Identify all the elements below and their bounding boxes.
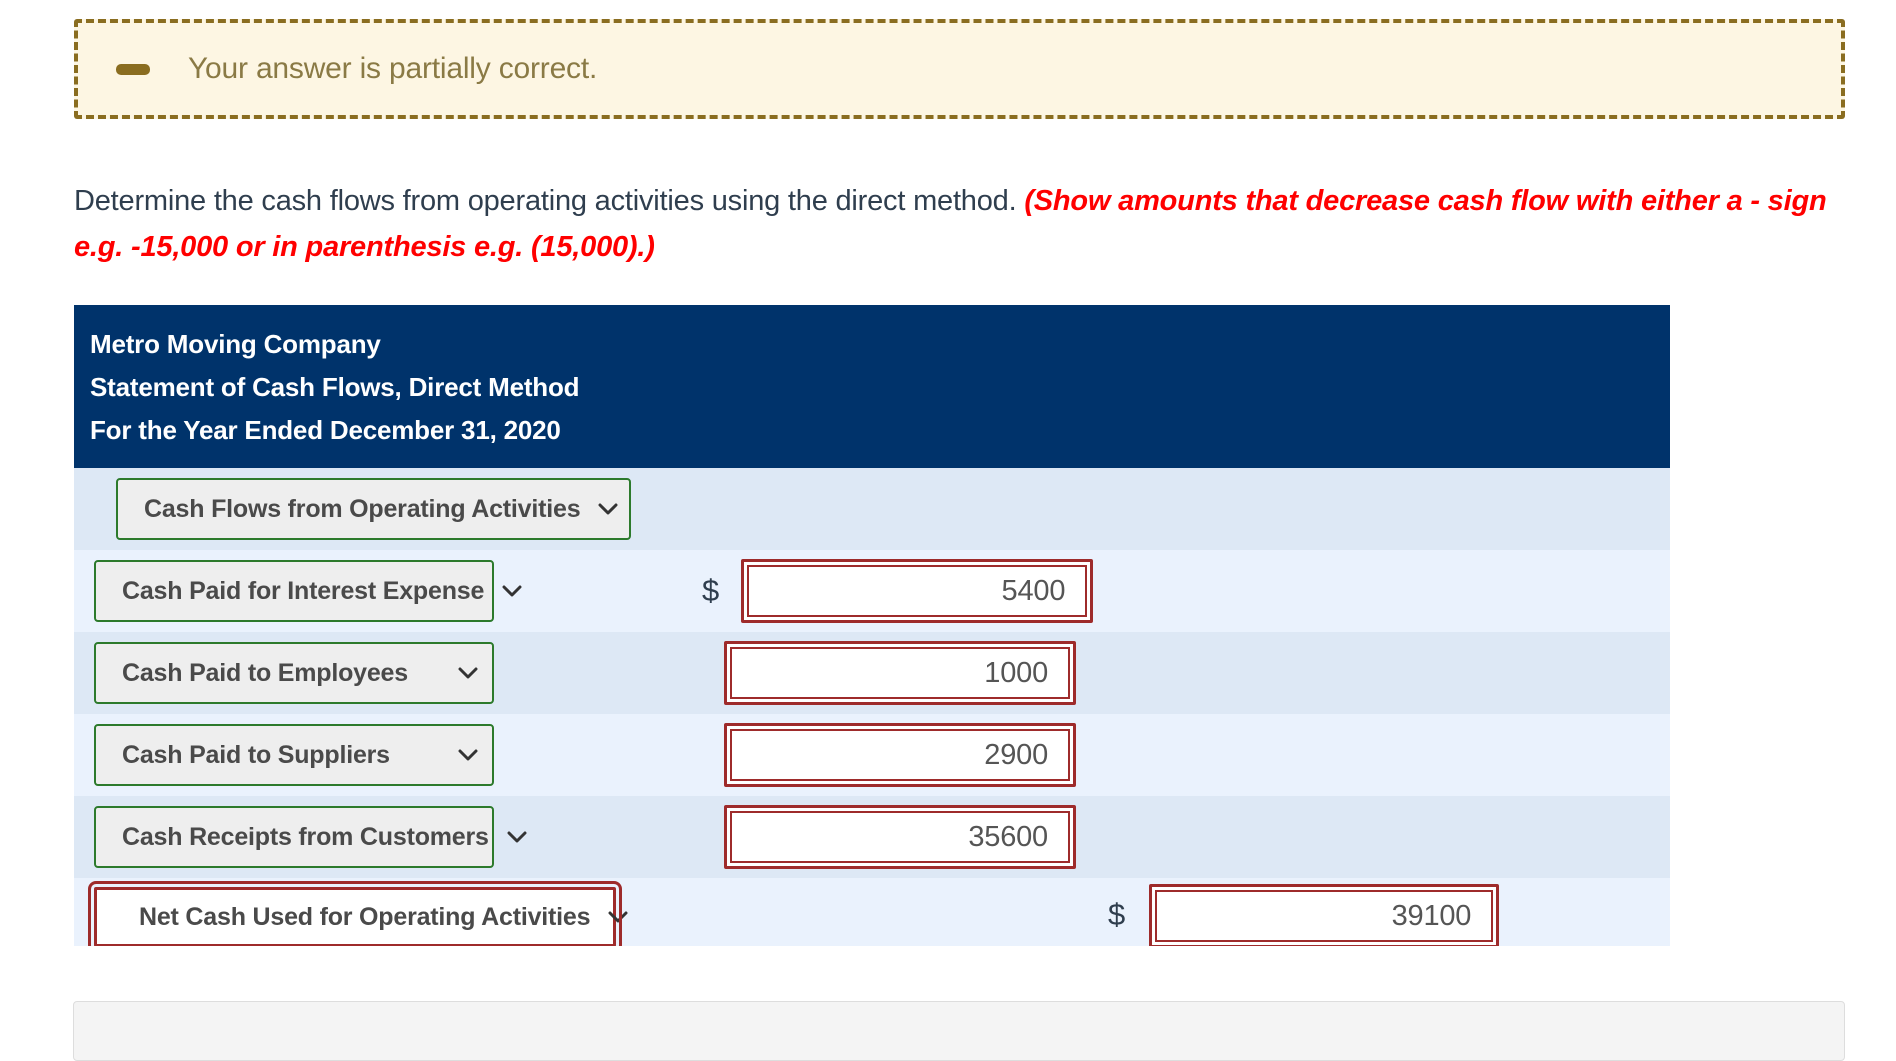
account-select-label: Cash Paid for Interest Expense: [122, 576, 485, 605]
table-row: Cash Receipts from Customers 35600: [74, 796, 1670, 878]
chevron-down-icon: [458, 749, 478, 760]
alert-banner: Your answer is partially correct.: [74, 19, 1845, 119]
bottom-panel: [73, 1001, 1845, 1061]
chevron-down-icon: [507, 831, 527, 842]
account-select-5[interactable]: Net Cash Used for Operating Activities: [88, 881, 628, 946]
instruction-text: Determine the cash flows from operating …: [74, 178, 1864, 270]
account-select-label: Cash Flows from Operating Activities: [144, 494, 581, 523]
amount-field-wrapper-2: 1000: [724, 641, 1076, 705]
amount-input-4[interactable]: 35600: [730, 811, 1070, 863]
account-select-4[interactable]: Cash Receipts from Customers: [94, 806, 527, 868]
statement-title: Statement of Cash Flows, Direct Method: [90, 372, 580, 402]
amount-input-3[interactable]: 2900: [730, 729, 1070, 781]
table-row: Cash Flows from Operating Activities: [74, 468, 1670, 550]
alert-message: Your answer is partially correct.: [188, 52, 598, 85]
currency-symbol: $: [702, 573, 720, 608]
account-select-label: Cash Paid to Employees: [122, 658, 408, 687]
amount-value: 5400: [1001, 574, 1066, 607]
statement-period: For the Year Ended December 31, 2020: [90, 415, 561, 445]
amount-field-wrapper-1: 5400: [741, 559, 1094, 623]
account-select-label: Cash Paid to Suppliers: [122, 740, 390, 769]
cash-flow-statement: Metro Moving Company Statement of Cash F…: [74, 305, 1670, 946]
account-select-label: Cash Receipts from Customers: [122, 822, 489, 851]
dash-icon: [116, 63, 150, 75]
amount-value: 35600: [968, 820, 1048, 853]
amount-input-5[interactable]: 39100: [1155, 890, 1494, 942]
account-select-0[interactable]: Cash Flows from Operating Activities: [116, 478, 631, 540]
amount-value: 1000: [984, 656, 1048, 689]
account-select-label: Net Cash Used for Operating Activities: [139, 902, 591, 931]
table-row: Cash Paid for Interest Expense $ 5400: [74, 550, 1670, 632]
table-row-total: Net Cash Used for Operating Activities $…: [74, 878, 1670, 946]
statement-header: Metro Moving Company Statement of Cash F…: [74, 305, 1670, 468]
statement-company-name: Metro Moving Company: [90, 329, 381, 359]
chevron-down-icon: [502, 585, 522, 596]
chevron-down-icon: [598, 503, 618, 514]
table-row: Cash Paid to Employees 1000: [74, 632, 1670, 714]
amount-field-wrapper-4: 35600: [724, 805, 1076, 869]
amount-input-1[interactable]: 5400: [747, 565, 1088, 617]
amount-field-wrapper-3: 2900: [724, 723, 1076, 787]
currency-symbol: $: [1108, 897, 1126, 932]
account-select-1[interactable]: Cash Paid for Interest Expense: [94, 560, 522, 622]
amount-input-2[interactable]: 1000: [730, 647, 1070, 699]
instruction-main: Determine the cash flows from operating …: [74, 185, 1025, 217]
account-select-3[interactable]: Cash Paid to Suppliers: [94, 724, 494, 786]
account-select-2[interactable]: Cash Paid to Employees: [94, 642, 494, 704]
chevron-down-icon: [458, 667, 478, 678]
amount-value: 2900: [984, 738, 1048, 771]
chevron-down-icon: [608, 911, 628, 922]
amount-field-wrapper-5: 39100: [1149, 884, 1500, 946]
amount-value: 39100: [1391, 899, 1472, 932]
table-row: Cash Paid to Suppliers 2900: [74, 714, 1670, 796]
